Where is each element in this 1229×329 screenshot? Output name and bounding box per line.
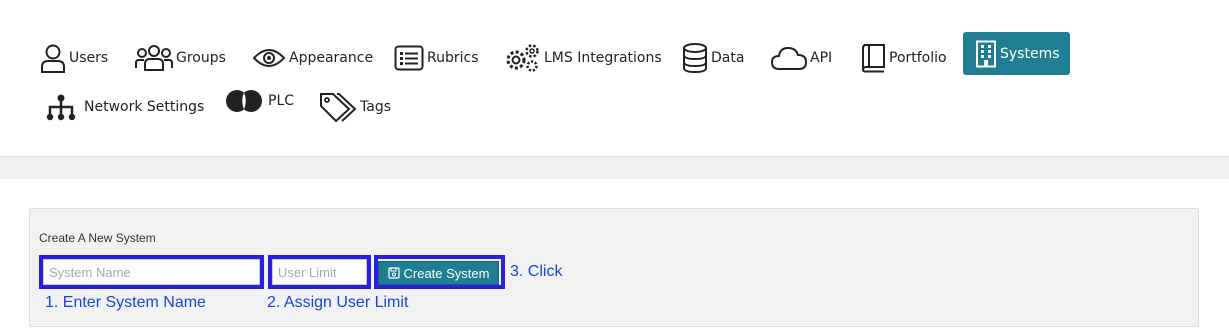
nav-label: Network Settings [84,99,205,115]
system-name-highlight [39,255,264,289]
nav-item-tags[interactable]: Tags [319,86,391,128]
create-system-label: Create System [403,265,490,281]
groups-icon [135,44,173,72]
nav-label: Tags [360,99,391,115]
user-icon [40,43,66,73]
book-icon [860,43,886,73]
save-icon [387,267,400,279]
user-limit-input[interactable] [272,259,367,285]
nav-item-plc[interactable]: PLC [225,80,294,122]
nav-label: API [810,50,833,66]
step2-annotation: 2. Assign User Limit [267,294,409,311]
nav-label: PLC [268,93,295,109]
cloud-icon [771,45,807,71]
nav-item-lms-integrations[interactable]: LMS Integrations [503,37,662,79]
tags-icon [319,92,357,122]
database-icon [682,43,708,73]
nav-item-appearance[interactable]: Appearance [252,37,373,79]
plc-icon [225,88,263,114]
form-title: Create A New System [39,231,156,245]
nav-item-api[interactable]: API [771,37,832,79]
step1-annotation: 1. Enter System Name [45,294,206,311]
nav-item-groups[interactable]: Groups [135,37,226,79]
nav-label: Systems [1000,45,1060,62]
nav-item-portfolio[interactable]: Portfolio [860,37,947,79]
create-system-button[interactable]: Create System [378,261,499,285]
nav-label: Data [711,50,745,66]
building-icon [975,40,997,68]
nav-label: Portfolio [889,50,947,66]
nav-label: Users [69,50,109,66]
nav-item-network-settings[interactable]: Network Settings [46,86,204,128]
user-limit-highlight [268,255,371,289]
nav-item-data[interactable]: Data [682,37,744,79]
nav-label: Rubrics [427,50,479,66]
nav-item-systems[interactable]: Systems [963,32,1070,75]
system-name-input[interactable] [43,259,260,285]
nav-label: Appearance [289,50,374,66]
nav-label: LMS Integrations [544,50,662,66]
admin-nav-panel: Users Groups Appearance Rubrics LMS Inte… [0,0,1229,157]
nav-label: Groups [176,50,226,66]
eye-icon [252,47,286,69]
step3-annotation: 3. Click [510,263,563,280]
list-icon [394,45,424,71]
nav-item-users[interactable]: Users [40,37,108,79]
network-icon [46,93,76,121]
gears-icon [503,43,541,73]
nav-item-rubrics[interactable]: Rubrics [394,37,479,79]
